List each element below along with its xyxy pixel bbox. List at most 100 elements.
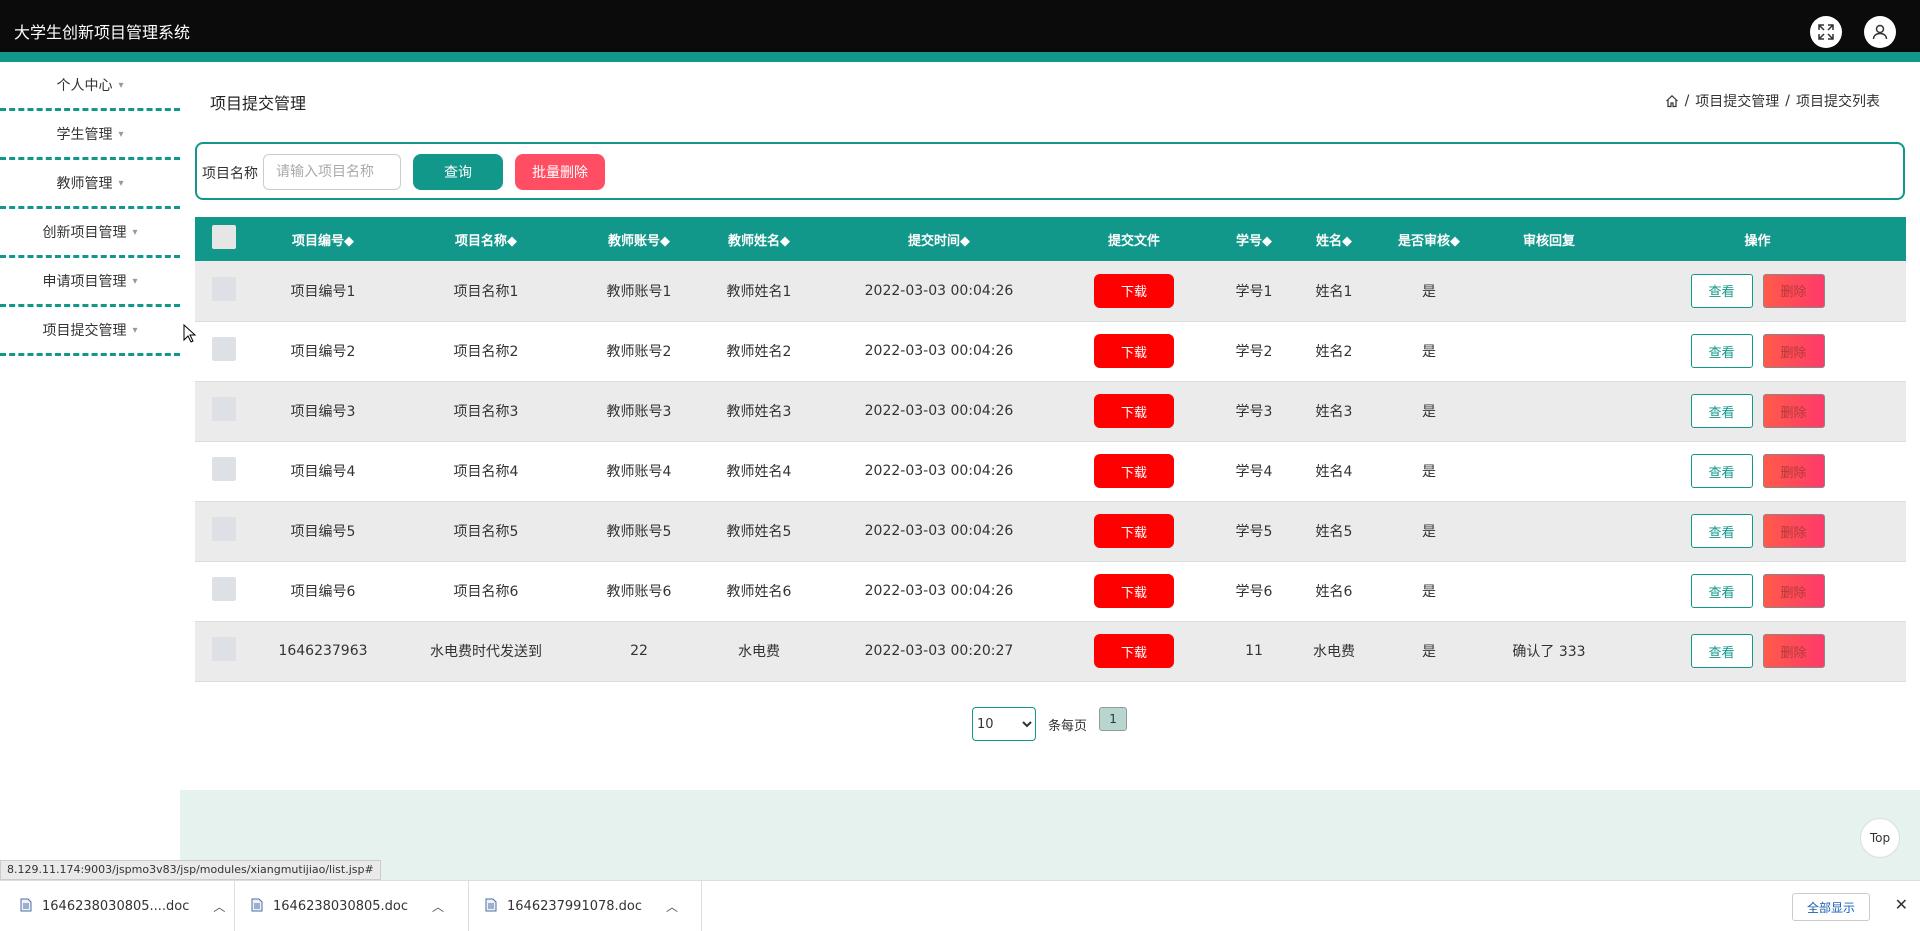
cell-project-code: 1646237963 (278, 643, 368, 659)
download-button[interactable]: 下载 (1094, 634, 1174, 668)
row-checkbox[interactable] (195, 441, 253, 501)
cell-project-code: 项目编号4 (290, 464, 356, 480)
view-button[interactable]: 查看 (1690, 574, 1753, 608)
page-number-button[interactable]: 1 (1099, 707, 1128, 731)
cell-student-name: 姓名6 (1315, 584, 1353, 600)
delete-button[interactable]: 删除 (1762, 574, 1825, 608)
col-project-name[interactable]: 项目名称◆ (393, 217, 579, 261)
cell-teacher-account: 教师账号2 (606, 344, 672, 360)
home-icon[interactable] (1665, 94, 1679, 108)
cell-submit-file: 下载 (1059, 381, 1209, 441)
row-checkbox[interactable] (195, 621, 253, 681)
cell-student-no: 学号2 (1235, 344, 1273, 360)
cell-student-name: 水电费 (1313, 644, 1355, 660)
cell-student-name: 姓名4 (1315, 464, 1353, 480)
chevron-up-icon[interactable]: ︿ (432, 898, 444, 915)
view-button[interactable]: 查看 (1690, 273, 1753, 308)
row-checkbox[interactable] (195, 501, 253, 561)
search-panel: 项目名称 查询 批量删除 (195, 142, 1905, 200)
download-button[interactable]: 下载 (1094, 514, 1174, 548)
batch-delete-button[interactable]: 批量删除 (515, 154, 605, 190)
cell-review-reply (1489, 381, 1609, 441)
row-checkbox[interactable] (195, 561, 253, 621)
col-project-code[interactable]: 项目编号◆ (253, 217, 393, 261)
col-student-no[interactable]: 学号◆ (1209, 217, 1299, 261)
fullscreen-icon[interactable] (1810, 16, 1842, 48)
back-to-top-button[interactable]: Top (1860, 818, 1900, 858)
col-submit-time[interactable]: 提交时间◆ (819, 217, 1059, 261)
view-button[interactable]: 查看 (1690, 394, 1753, 428)
delete-button[interactable]: 删除 (1762, 634, 1825, 668)
view-button[interactable]: 查看 (1690, 634, 1753, 668)
cell-reviewed: 是 (1422, 644, 1436, 660)
download-button[interactable]: 下载 (1094, 574, 1174, 608)
col-student-name[interactable]: 姓名◆ (1299, 217, 1369, 261)
cell-project-code: 项目编号6 (290, 584, 356, 600)
cell-submit-file: 下载 (1059, 561, 1209, 621)
row-checkbox[interactable] (195, 321, 253, 381)
row-checkbox[interactable] (195, 381, 253, 441)
cell-submit-file: 下载 (1059, 321, 1209, 381)
project-name-search-input[interactable] (263, 154, 401, 190)
sidebar: 个人中心 ▾ 学生管理 ▾ 教师管理 ▾ 创新项目管理 ▾ 申请项目管理 ▾ 项目提交管理… (0, 62, 180, 356)
cell-actions: 查看 删除 (1609, 501, 1906, 561)
view-button[interactable]: 查看 (1690, 514, 1753, 548)
sidebar-item-student-management[interactable]: 学生管理 ▾ (0, 111, 180, 160)
close-icon[interactable]: ✕ (1895, 895, 1908, 914)
delete-button[interactable]: 删除 (1762, 334, 1825, 368)
download-item[interactable]: 1646238030805....doc ︿ (0, 881, 235, 931)
download-button[interactable]: 下载 (1094, 394, 1174, 428)
cell-project-name: 项目名称6 (453, 584, 519, 600)
cell-project-code: 项目编号5 (290, 524, 356, 540)
cell-actions: 查看 删除 (1609, 441, 1906, 501)
view-button[interactable]: 查看 (1690, 454, 1753, 488)
pagination: 10 条每页 1 (972, 707, 1128, 741)
view-button[interactable]: 查看 (1690, 334, 1753, 368)
cell-student-no: 学号6 (1235, 584, 1273, 600)
table-row: 项目编号5 项目名称5 教师账号5 教师姓名5 2022-03-03 00:04:26 下… (195, 501, 1906, 561)
cell-submit-time: 2022-03-03 00:04:26 (864, 583, 1014, 599)
download-button[interactable]: 下载 (1094, 334, 1174, 368)
col-teacher-account[interactable]: 教师账号◆ (579, 217, 699, 261)
cell-submit-time: 2022-03-03 00:04:26 (864, 463, 1014, 479)
table-row: 项目编号1 项目名称1 教师账号1 教师姓名1 2022-03-03 00:04:26 下… (195, 261, 1906, 321)
breadcrumb-item[interactable]: 项目提交管理 (1695, 91, 1779, 111)
cell-review-reply (1489, 441, 1609, 501)
table-row: 项目编号3 项目名称3 教师账号3 教师姓名3 2022-03-03 00:04:26 下… (195, 381, 1906, 441)
cell-submit-time: 2022-03-03 00:04:26 (864, 523, 1014, 539)
caret-down-icon: ▾ (118, 177, 124, 189)
show-all-downloads-button[interactable]: 全部显示 (1791, 893, 1870, 921)
row-checkbox[interactable] (195, 261, 253, 321)
download-item[interactable]: 1646238030805.doc ︿ (235, 881, 469, 931)
col-teacher-name[interactable]: 教师姓名◆ (699, 217, 819, 261)
delete-button[interactable]: 删除 (1762, 514, 1825, 548)
cell-teacher-name: 教师姓名4 (726, 464, 792, 480)
cell-submit-time: 2022-03-03 00:04:26 (864, 403, 1014, 419)
sidebar-item-innovation-project[interactable]: 创新项目管理 ▾ (0, 209, 180, 258)
sidebar-item-teacher-management[interactable]: 教师管理 ▾ (0, 160, 180, 209)
chevron-up-icon[interactable]: ︿ (213, 898, 225, 915)
cell-teacher-name: 教师姓名5 (726, 524, 792, 540)
download-file-name: 1646237991078.doc (507, 898, 643, 914)
col-reviewed[interactable]: 是否审核◆ (1369, 217, 1489, 261)
select-all-checkbox[interactable] (195, 217, 253, 261)
breadcrumb-separator: / (1785, 93, 1790, 109)
table-row: 项目编号6 项目名称6 教师账号6 教师姓名6 2022-03-03 00:04:26 下… (195, 561, 1906, 621)
delete-button[interactable]: 删除 (1762, 273, 1825, 308)
sidebar-item-label: 项目提交管理 (42, 323, 127, 339)
delete-button[interactable]: 删除 (1762, 454, 1825, 488)
user-icon[interactable] (1864, 16, 1896, 48)
query-button[interactable]: 查询 (413, 154, 503, 190)
sidebar-item-project-submission[interactable]: 项目提交管理 ▾ (0, 307, 180, 356)
download-item[interactable]: 1646237991078.doc ︿ (469, 881, 702, 931)
download-button[interactable]: 下载 (1094, 454, 1174, 488)
sidebar-item-apply-project[interactable]: 申请项目管理 ▾ (0, 258, 180, 307)
delete-button[interactable]: 删除 (1762, 394, 1825, 428)
doc-file-icon (20, 897, 32, 916)
sidebar-item-personal-center[interactable]: 个人中心 ▾ (0, 62, 180, 111)
page-size-select[interactable]: 10 (972, 707, 1036, 741)
chevron-up-icon[interactable]: ︿ (666, 898, 678, 915)
sidebar-item-label: 创新项目管理 (42, 225, 127, 241)
cell-student-name: 姓名5 (1315, 524, 1353, 540)
download-button[interactable]: 下载 (1094, 273, 1174, 308)
